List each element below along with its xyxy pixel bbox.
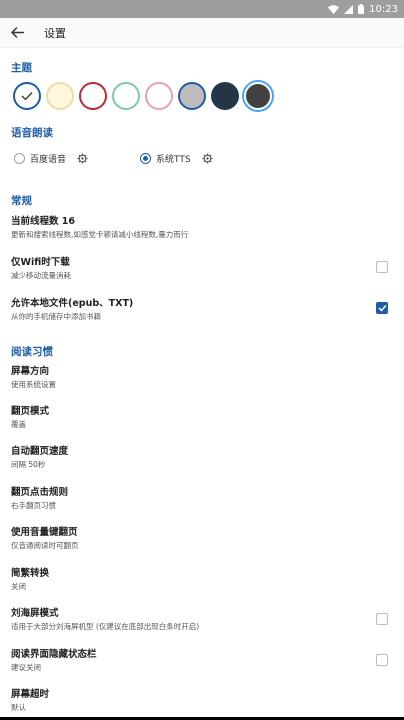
pref-flip-mode[interactable]: 翻页模式 覆盖 [11, 405, 391, 431]
local-files-checkbox[interactable] [376, 302, 388, 314]
theme-swatch-2[interactable] [46, 82, 74, 110]
theme-swatch-8[interactable] [244, 82, 272, 110]
arrow-back-icon [10, 27, 24, 38]
check-icon [21, 92, 33, 101]
status-bar: 10:23 [0, 0, 404, 18]
pref-click-rule-title: 翻页点击规则 [11, 487, 69, 498]
tts-option-system[interactable]: 系统TTS [140, 152, 213, 165]
pref-convert-title: 简繁转换 [11, 568, 50, 579]
theme-swatches [13, 82, 272, 110]
radio-baidu[interactable] [14, 153, 25, 164]
pref-threads-summary: 更新和搜索线程数,如感觉卡顿请减小线程数,量力而行 [11, 230, 189, 239]
theme-swatch-6[interactable] [178, 82, 206, 110]
pref-notch-summary: 适用于大部分刘海屏机型 (仅建议在底部出现白条时开启) [11, 622, 200, 631]
gear-icon[interactable] [77, 153, 88, 164]
section-title-general: 常规 [11, 195, 32, 207]
section-title-reading: 阅读习惯 [11, 346, 53, 358]
section-title-tts: 语音朗读 [11, 127, 53, 139]
pref-click-rule-summary: 右手翻页习惯 [11, 501, 56, 510]
theme-swatch-7[interactable] [211, 82, 239, 110]
pref-volume-keys[interactable]: 使用音量键翻页 仅音通阅读时可翻页 [11, 526, 391, 552]
wifi-icon [328, 4, 340, 14]
pref-notch-mode[interactable]: 刘海屏模式 适用于大部分刘海屏机型 (仅建议在底部出现白条时开启) [11, 607, 391, 633]
section-title-theme: 主题 [11, 62, 32, 74]
pref-screen-timeout[interactable]: 屏幕超时 默认 [11, 688, 391, 714]
pref-hide-status-title: 阅读界面隐藏状态栏 [11, 649, 97, 660]
pref-local-summary: 从你的手机储存中添加书籍 [11, 312, 101, 321]
pref-wifi-title: 仅Wifi时下载 [11, 257, 70, 268]
theme-swatch-4[interactable] [112, 82, 140, 110]
toolbar: 设置 [0, 18, 404, 48]
pref-orientation-summary: 使用系统设置 [11, 380, 56, 389]
theme-swatch-3[interactable] [79, 82, 107, 110]
pref-wifi-only[interactable]: 仅Wifi时下载 减少移动流量消耗 [11, 256, 391, 282]
pref-wifi-summary: 减少移动流量消耗 [11, 271, 71, 280]
gear-icon[interactable] [202, 153, 213, 164]
pref-hide-status-summary: 建议关闭 [11, 663, 41, 672]
pref-threads[interactable]: 当前线程数 16 更新和搜索线程数,如感觉卡顿请减小线程数,量力而行 [11, 215, 391, 241]
pref-volume-summary: 仅音通阅读时可翻页 [11, 541, 79, 550]
pref-flip-mode-summary: 覆盖 [11, 420, 26, 429]
checkmark-icon [377, 304, 387, 312]
page-title: 设置 [44, 26, 66, 40]
signal-icon [344, 4, 354, 14]
pref-convert-summary: 关闭 [11, 582, 26, 591]
pref-convert[interactable]: 简繁转换 关闭 [11, 567, 391, 593]
pref-volume-title: 使用音量键翻页 [11, 527, 78, 538]
pref-orientation-title: 屏幕方向 [11, 366, 50, 377]
pref-auto-speed-summary: 间隔 50秒 [11, 460, 46, 469]
pref-click-rule[interactable]: 翻页点击规则 右手翻页习惯 [11, 486, 391, 512]
pref-hide-status[interactable]: 阅读界面隐藏状态栏 建议关闭 [11, 648, 391, 674]
theme-swatch-1[interactable] [13, 82, 41, 110]
tts-system-label: 系统TTS [156, 155, 191, 165]
tts-option-baidu[interactable]: 百度语音 [14, 152, 88, 165]
pref-auto-speed[interactable]: 自动翻页速度 间隔 50秒 [11, 445, 391, 471]
tts-baidu-label: 百度语音 [30, 155, 67, 165]
pref-notch-title: 刘海屏模式 [11, 608, 59, 619]
battery-icon [358, 4, 365, 14]
pref-threads-title: 当前线程数 16 [11, 216, 76, 227]
pref-local-files[interactable]: 允许本地文件(epub、TXT) 从你的手机储存中添加书籍 [11, 297, 391, 323]
pref-timeout-summary: 默认 [11, 703, 26, 712]
theme-swatch-5[interactable] [145, 82, 173, 110]
radio-system[interactable] [140, 153, 151, 164]
pref-local-title: 允许本地文件(epub、TXT) [11, 298, 134, 309]
pref-orientation[interactable]: 屏幕方向 使用系统设置 [11, 365, 391, 391]
pref-flip-mode-title: 翻页模式 [11, 406, 50, 417]
pref-auto-speed-title: 自动翻页速度 [11, 446, 69, 457]
tts-options: 百度语音 系统TTS [14, 152, 394, 172]
hide-status-checkbox[interactable] [376, 654, 388, 666]
notch-mode-checkbox[interactable] [376, 613, 388, 625]
wifi-only-checkbox[interactable] [376, 261, 388, 273]
pref-timeout-title: 屏幕超时 [11, 689, 50, 700]
back-button[interactable] [2, 18, 32, 48]
status-time: 10:23 [369, 3, 398, 15]
